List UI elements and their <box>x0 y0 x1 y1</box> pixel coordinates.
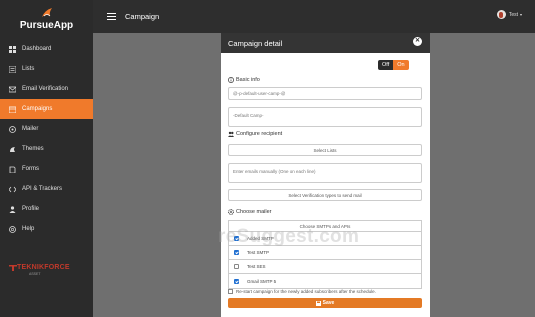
sidebar-nav: Dashboard Lists Email Verification Campa… <box>0 39 93 239</box>
profile-icon <box>9 205 16 213</box>
mailer-icon <box>9 125 16 133</box>
sidebar-item-label: Profile <box>22 206 40 212</box>
app-logo[interactable]: PursueApp <box>0 0 93 36</box>
save-button[interactable]: Save <box>228 298 422 308</box>
themes-icon <box>9 146 16 153</box>
save-icon <box>315 300 321 306</box>
sidebar-item-forms[interactable]: Forms <box>0 159 93 179</box>
sidebar-item-profile[interactable]: Profile <box>0 199 93 219</box>
campaign-icon <box>9 106 16 113</box>
smtp-name: Gmail SMTP 5 <box>247 278 277 284</box>
teknikforce-logo-icon <box>9 265 17 271</box>
user-name: Test <box>508 11 518 18</box>
list-icon <box>9 65 16 73</box>
user-menu[interactable]: Test ▾ <box>496 10 522 19</box>
users-icon <box>228 131 234 137</box>
help-icon <box>9 225 16 233</box>
list-item[interactable]: Added SMTP <box>229 232 421 246</box>
smtp-name: Test SES <box>247 264 266 269</box>
modal-title: Campaign detail <box>228 38 283 48</box>
sidebar-item-label: Dashboard <box>22 46 52 52</box>
sidebar-item-mailer[interactable]: Mailer <box>0 119 93 139</box>
close-icon[interactable]: ✕ <box>413 37 422 46</box>
sidebar-item-label: Themes <box>22 146 44 152</box>
info-icon <box>228 77 234 83</box>
sidebar-item-campaigns[interactable]: Campaigns <box>0 99 93 119</box>
verification-types-select[interactable]: Select Verification types to send mail <box>228 189 422 201</box>
sidebar-item-help[interactable]: Help <box>0 219 93 239</box>
smtp-checkbox[interactable] <box>234 236 239 241</box>
smtp-name: Test SMTP <box>247 250 270 255</box>
choose-mailer-label: Choose mailer <box>228 209 271 215</box>
restart-label: Re-start campaign for the newly added su… <box>236 289 376 294</box>
sidebar-item-label: Email Verification <box>22 86 69 92</box>
restart-campaign-option[interactable]: Re-start campaign for the newly added su… <box>228 289 376 294</box>
pursueapp-logo-icon <box>41 8 52 17</box>
basic-info-label: Basic info <box>228 77 260 83</box>
toggle-off[interactable]: Off <box>378 60 394 70</box>
hamburger-menu-icon[interactable] <box>107 13 116 20</box>
api-icon <box>9 186 16 193</box>
configure-recipient-label: Configure recipient <box>228 131 282 137</box>
sidebar-item-label: Lists <box>22 66 35 72</box>
sidebar-item-label: Help <box>22 226 35 232</box>
smtp-name: Added SMTP <box>247 236 274 241</box>
sidebar-item-api-trackers[interactable]: API & Trackers <box>0 179 93 199</box>
smtp-checkbox[interactable] <box>234 250 239 255</box>
brand-name: TEKNIKFORCE <box>17 263 70 271</box>
sidebar-item-themes[interactable]: Themes <box>0 139 93 159</box>
manual-emails-field[interactable]: Enter emails manually (One on each line) <box>228 163 422 183</box>
smtp-checkbox[interactable] <box>234 278 239 284</box>
smtp-list-header: Choose SMTPs and APIs <box>228 220 422 231</box>
campaign-name-field[interactable]: @-p-default-user-camp-@ <box>228 87 422 100</box>
sidebar-item-label: API & Trackers <box>22 186 63 192</box>
sidebar-item-label: Mailer <box>22 126 39 132</box>
gear-icon <box>228 209 234 215</box>
sidebar-item-dashboard[interactable]: Dashboard <box>0 39 93 59</box>
teknikforce-brand: TEKNIKFORCE ASSET <box>9 263 70 276</box>
modal-header: Campaign detail ✕ <box>221 33 430 53</box>
list-item[interactable]: Test SES <box>229 260 421 274</box>
list-item[interactable]: Test SMTP <box>229 246 421 260</box>
sidebar-item-lists[interactable]: Lists <box>0 59 93 79</box>
page-title: Campaign <box>125 12 160 21</box>
topbar: Campaign Test ▾ <box>93 0 535 33</box>
sidebar-item-email-verification[interactable]: Email Verification <box>0 79 93 99</box>
campaign-status-toggle[interactable]: Off On <box>378 60 409 70</box>
forms-icon <box>9 166 16 173</box>
sidebar-item-label: Forms <box>22 166 39 172</box>
smtp-checkbox[interactable] <box>234 264 239 269</box>
smtp-list: Added SMTP Test SMTP Test SES Gmail SMTP… <box>228 231 422 289</box>
avatar <box>496 10 506 19</box>
app-name: PursueApp <box>19 20 74 31</box>
brand-sub: ASSET <box>29 272 41 276</box>
toggle-on[interactable]: On <box>393 60 409 70</box>
email-verify-icon <box>9 86 16 93</box>
select-lists-button[interactable]: Select Lists <box>228 144 422 156</box>
campaign-description-field[interactable]: -Default Camp- <box>228 107 422 127</box>
sidebar-item-label: Campaigns <box>22 106 53 112</box>
list-item[interactable]: Gmail SMTP 5 <box>229 274 421 288</box>
sidebar: PursueApp Dashboard Lists Email Verifica… <box>0 0 93 317</box>
restart-checkbox[interactable] <box>228 289 233 294</box>
chevron-down-icon: ▾ <box>519 12 522 17</box>
dashboard-icon <box>9 45 16 53</box>
